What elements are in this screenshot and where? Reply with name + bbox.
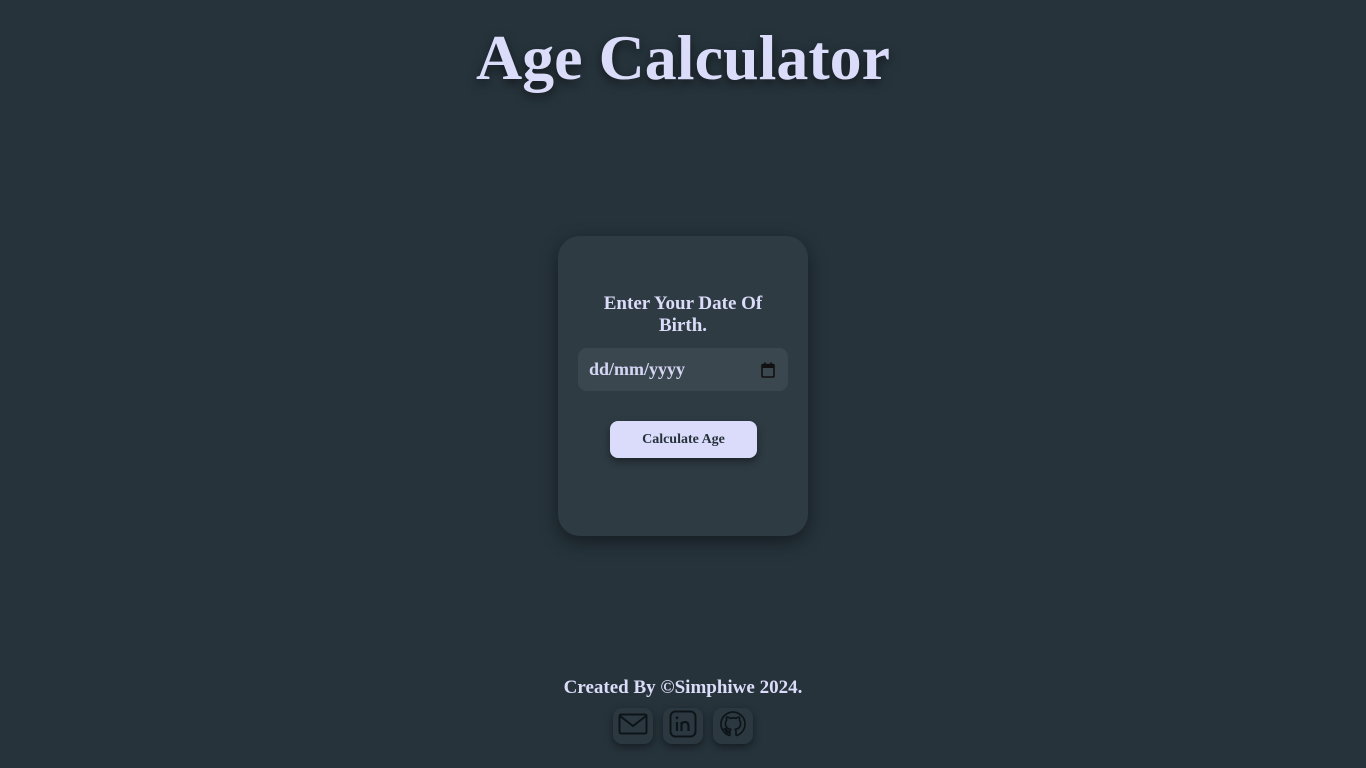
date-placeholder-text: dd/mm/yyyy bbox=[589, 359, 686, 379]
email-link-button[interactable] bbox=[613, 708, 653, 744]
date-of-birth-prompt: Enter Your Date Of Birth. bbox=[603, 293, 763, 336]
page-title: Age Calculator bbox=[475, 22, 891, 93]
linkedin-link-button[interactable] bbox=[663, 708, 703, 744]
github-link-button[interactable] bbox=[713, 708, 753, 744]
social-links bbox=[0, 708, 1366, 744]
calculate-age-button[interactable]: Calculate Age bbox=[610, 421, 757, 458]
calendar-icon[interactable] bbox=[760, 362, 776, 378]
date-of-birth-input[interactable]: dd/mm/yyyy bbox=[578, 348, 788, 391]
linkedin-icon bbox=[669, 710, 697, 743]
age-form-card: Enter Your Date Of Birth. dd/mm/yyyy Cal… bbox=[558, 236, 808, 536]
age-calculator-page: Age Calculator Enter Your Date Of Birth.… bbox=[0, 0, 1366, 768]
footer-credit: Created By ©Simphiwe 2024. bbox=[563, 677, 803, 698]
github-icon bbox=[719, 710, 747, 743]
mail-icon bbox=[618, 713, 648, 740]
